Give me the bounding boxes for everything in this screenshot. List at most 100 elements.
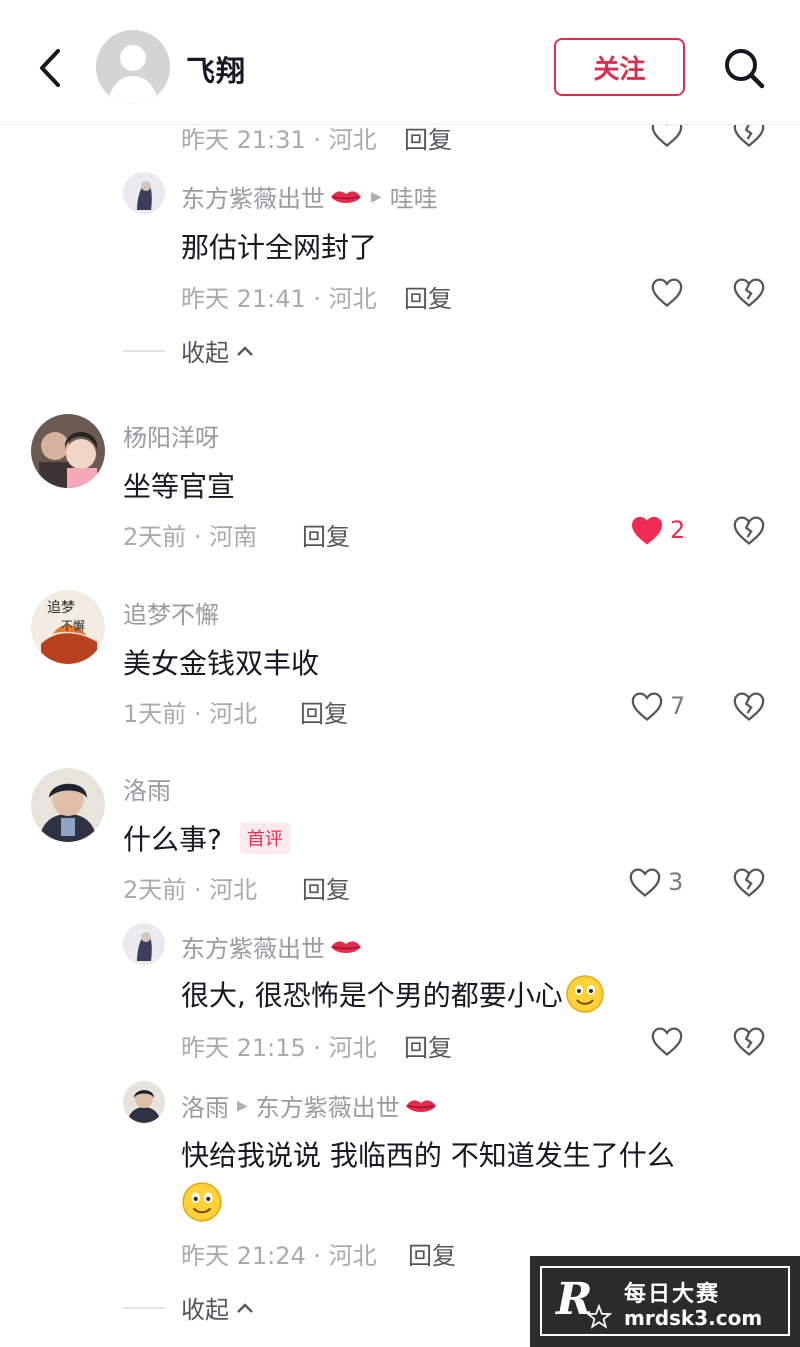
comment-meta: 昨天 21:41 · 河北 [181,285,377,313]
top-nav-bar: 飞翔 关注 [0,0,800,125]
avatar-image [123,923,165,965]
star-icon [586,1304,612,1329]
dislike-button[interactable] [732,690,766,726]
watermark-line1: 每日大赛 [624,1282,721,1307]
watermark-line2: mrdsk3.com [624,1306,763,1330]
broken-heart-icon [733,278,765,307]
collapse-label: 收起 [181,1296,229,1324]
search-button[interactable] [716,40,772,96]
heart-icon [629,868,661,897]
heart-icon [631,516,663,545]
reply-button[interactable]: 回复 [300,694,348,729]
chevron-up-icon [237,345,253,356]
lips-emoji [405,1099,436,1112]
broken-heart-icon [733,1027,765,1056]
heart-icon [651,278,683,307]
dislike-button[interactable] [732,514,766,550]
back-chevron-icon [40,49,60,87]
reply-button[interactable]: 回复 [404,120,452,155]
comment-meta: 2天前 · 河北 [123,876,258,904]
comment-text-row: 什么事? 首评 [123,818,290,858]
search-icon [725,49,765,89]
comment-text: 那估计全网封了 [181,231,378,264]
reply-arrow-icon: ▶ [237,1097,248,1114]
like-button[interactable] [650,1025,684,1057]
avatar[interactable] [123,172,165,214]
like-count: 7 [670,692,686,720]
comment-meta: 2天前 · 河南 [123,523,258,551]
comment-username[interactable]: 东方紫薇出世 [181,179,325,214]
avatar-image [123,172,165,214]
comment-text: 什么事? [123,823,222,856]
like-button[interactable]: 7 [630,690,685,722]
broken-heart-icon [733,692,765,721]
avatar[interactable] [31,414,105,488]
lips-emoji [331,190,361,203]
watermark-frame: R 每日大赛 mrdsk3.com [540,1266,790,1336]
like-button[interactable]: 3 [628,866,683,898]
watermark-logo: R 每日大赛 mrdsk3.com [530,1256,800,1347]
dislike-button[interactable] [732,276,766,312]
page-title: 飞翔 [186,54,247,88]
svg-text:不懈: 不懈 [61,618,85,633]
smile-emoji [566,975,604,1013]
comment-username-row: 东方紫薇出世 ▶ 哇哇 [181,179,438,214]
smile-emoji [182,1182,222,1222]
reply-button[interactable]: 回复 [408,1236,456,1271]
dislike-button[interactable] [732,866,766,902]
comment-meta: 昨天 21:24 · 河北 [181,1242,377,1270]
avatar[interactable]: 追梦不懈 [31,590,105,664]
broken-heart-icon [733,516,765,545]
avatar-image [123,1081,165,1123]
comment-text: 美女金钱双丰收 [123,647,320,680]
comment-text: 坐等官宣 [123,470,236,503]
collapse-replies-button[interactable]: 收起 [123,1290,255,1325]
like-button[interactable]: 2 [630,514,685,546]
avatar[interactable] [123,923,165,965]
comment-username-row: 东方紫薇出世 [181,929,363,964]
heart-icon [631,692,663,721]
comment-text-row: 很大, 很恐怖是个男的都要小心 [181,974,605,1014]
comment-meta: 昨天 21:31 · 河北 [181,126,377,154]
back-button[interactable] [28,42,72,94]
reply-to-username[interactable]: 东方紫薇出世 [256,1088,400,1123]
divider [123,1306,165,1309]
comment-username[interactable]: 追梦不懈 [123,595,219,630]
like-button[interactable] [650,276,684,308]
comment-list[interactable]: 昨天 21:31 · 河北 回复 东方紫薇出世 ▶ 哇哇 那估计全网封了 昨天 … [0,0,800,1347]
comment-username[interactable]: 洛雨 [181,1088,229,1123]
like-count: 3 [668,868,684,896]
comment-meta: 1天前 · 河北 [123,700,258,728]
comment-meta: 昨天 21:15 · 河北 [181,1034,377,1062]
lips-emoji [331,940,361,953]
reply-button[interactable]: 回复 [302,517,350,552]
comment-username[interactable]: 洛雨 [123,771,171,806]
avatar-image [31,414,105,488]
comment-username[interactable]: 东方紫薇出世 [181,929,325,964]
avatar-image [31,768,105,842]
avatar-image: 追梦不懈 [31,590,105,664]
divider [123,349,165,352]
first-comment-badge: 首评 [239,822,290,854]
avatar[interactable] [123,1081,165,1123]
heart-icon [651,1027,683,1056]
reply-to-username[interactable]: 哇哇 [390,179,438,214]
comment-username[interactable]: 杨阳洋呀 [123,418,219,453]
reply-arrow-icon: ▶ [371,188,382,205]
comment-text: 快给我说说 我临西的 不知道发生了什么 [181,1139,675,1172]
comment-text: 很大, 很恐怖是个男的都要小心 [181,979,563,1012]
svg-text:追梦: 追梦 [47,600,75,616]
like-count: 2 [670,516,686,544]
collapse-label: 收起 [181,339,229,367]
default-avatar-icon [96,30,170,104]
avatar[interactable] [31,768,105,842]
reply-button[interactable]: 回复 [404,279,452,314]
broken-heart-icon [733,868,765,897]
dislike-button[interactable] [732,1025,766,1061]
collapse-replies-button[interactable]: 收起 [123,333,255,368]
chevron-up-icon [237,1302,253,1313]
reply-button[interactable]: 回复 [302,870,350,905]
follow-button[interactable]: 关注 [554,38,685,96]
reply-button[interactable]: 回复 [404,1028,452,1063]
header-avatar[interactable] [96,30,170,104]
